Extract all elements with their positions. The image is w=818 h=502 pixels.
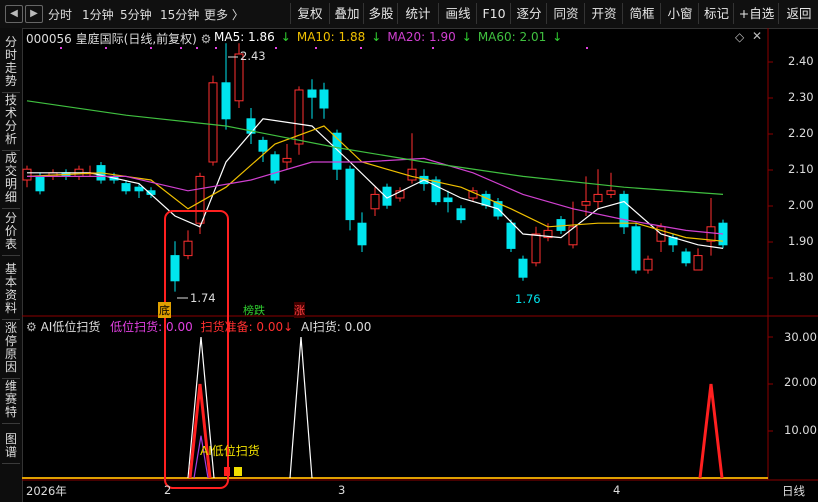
candle-body	[568, 226, 578, 246]
indicator-tick-label: 20.00	[784, 375, 817, 389]
signal-dot	[215, 47, 217, 49]
x-label-year: 2026年	[26, 484, 67, 498]
candle-body	[307, 89, 317, 98]
period-label[interactable]: 日线	[782, 483, 805, 499]
candle-body	[443, 197, 453, 203]
candle-body	[345, 168, 355, 221]
candle-body	[319, 89, 329, 109]
candle-body	[370, 193, 380, 210]
indicator-header: ⚙ AI低位扫货 低位扫货: 0.00 扫货准备: 0.00↓ AI扫货: 0.…	[26, 320, 372, 334]
price-tick-label: 2.10	[788, 162, 814, 176]
kline-chart[interactable]	[0, 0, 818, 502]
ma5-line	[27, 118, 724, 249]
candle-body	[693, 255, 703, 271]
price-tick-label: 2.30	[788, 90, 814, 104]
signal-dot	[275, 47, 277, 49]
limit-down-marker: 榜跌	[243, 304, 265, 317]
x-label-feb: 2	[164, 483, 172, 497]
signal-dot	[432, 47, 434, 49]
candle-body	[35, 175, 45, 192]
candle-body	[606, 190, 616, 195]
indicator-gear-icon[interactable]: ⚙	[26, 320, 37, 334]
candle-body	[134, 186, 144, 192]
signal-dot	[60, 47, 62, 49]
price-tick-label: 1.90	[788, 234, 814, 248]
candle-body	[581, 201, 591, 206]
prep-peak-2	[698, 383, 724, 479]
signal-dot	[150, 47, 152, 49]
candle-body	[183, 240, 193, 257]
signal-dot	[315, 47, 317, 49]
ma10-line	[26, 125, 724, 242]
x-label-apr: 4	[613, 483, 621, 497]
ai-sweep-peak-2	[289, 336, 313, 479]
candle-body	[593, 193, 603, 203]
price-tick-label: 2.20	[788, 126, 814, 140]
signal-dot	[180, 47, 182, 49]
high-price-label: 2.43	[240, 49, 266, 63]
signal-dot	[360, 47, 362, 49]
indicator-tick-label: 10.00	[784, 423, 817, 437]
candle-body	[619, 193, 629, 228]
limit-up-marker: 涨	[294, 302, 305, 318]
candle-body	[643, 258, 653, 271]
signal-bar-yellow	[234, 467, 242, 476]
low2-price-label: 1.76	[515, 292, 541, 306]
candle-body	[170, 255, 180, 282]
signal-dot	[105, 47, 107, 49]
ma60-line	[26, 100, 724, 195]
candle-body	[518, 258, 528, 278]
x-label-mar: 3	[338, 483, 346, 497]
price-tick-label: 2.00	[788, 198, 814, 212]
price-tick-label: 2.40	[788, 54, 814, 68]
candle-body	[531, 233, 541, 264]
candle-body	[431, 179, 441, 203]
candle-body	[631, 226, 641, 271]
low-price-label: 1.74	[190, 291, 216, 305]
candle-body	[221, 82, 231, 120]
candle-body	[456, 208, 466, 221]
candle-body	[706, 226, 716, 242]
candle-body	[208, 82, 218, 163]
candle-body	[681, 251, 691, 264]
candle-body	[407, 168, 417, 181]
candle-body	[357, 222, 367, 246]
candle-body	[258, 139, 268, 152]
indicator-tick-label: 30.00	[784, 330, 817, 344]
signal-dot	[586, 47, 588, 49]
candle-body	[121, 183, 131, 192]
candle-body	[22, 168, 32, 181]
candle-body	[506, 222, 516, 249]
signal-label: AI低位扫货	[200, 444, 260, 458]
candle-body	[282, 157, 292, 163]
signal-dot	[196, 47, 198, 49]
bottom-marker: 底	[158, 302, 171, 318]
price-tick-label: 1.80	[788, 270, 814, 284]
candle-body	[556, 219, 566, 231]
candle-body	[270, 154, 280, 181]
